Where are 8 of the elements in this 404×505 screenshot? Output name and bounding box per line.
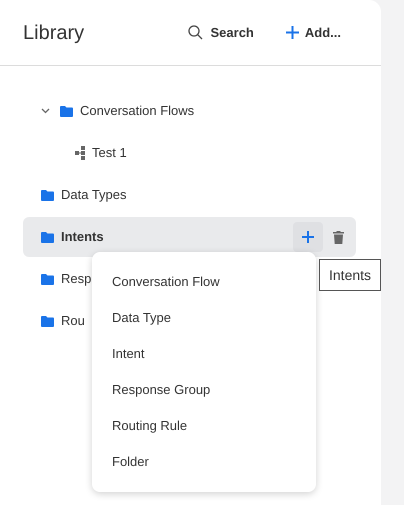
- item-label: Test 1: [92, 144, 127, 162]
- tooltip: Intents: [319, 259, 382, 291]
- panel-title: Library: [23, 20, 84, 46]
- item-label: Resp: [61, 270, 92, 288]
- item-label: Rou: [61, 312, 85, 330]
- item-label: Intents: [61, 228, 104, 246]
- item-label: Data Types: [61, 186, 127, 204]
- item-label: Conversation Flows: [80, 102, 194, 120]
